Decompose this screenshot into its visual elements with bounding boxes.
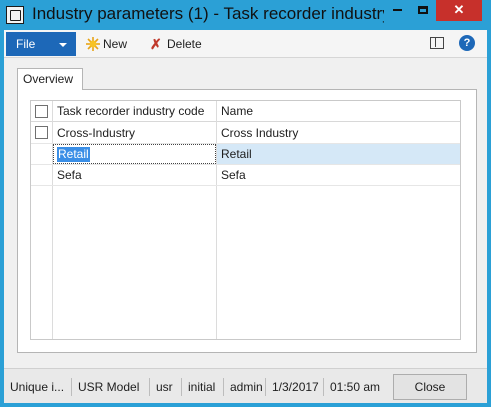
layout-icon[interactable]	[430, 37, 444, 49]
help-icon[interactable]: ?	[459, 35, 475, 51]
column-header-name[interactable]: Name	[217, 101, 253, 122]
table-row[interactable]: Sefa Sefa	[31, 165, 460, 186]
client-area: File New ✗ Delete ? Overview Task record…	[4, 30, 487, 403]
cell-code[interactable]: Cross-Industry	[53, 123, 135, 143]
maximize-button[interactable]	[410, 0, 436, 21]
status-company: usr	[152, 378, 182, 396]
dialog-window: Industry parameters (1) - Task recorder …	[0, 0, 491, 407]
close-icon: ✕	[453, 2, 465, 17]
status-unique: Unique i...	[6, 378, 72, 396]
status-layer: initial	[184, 378, 224, 396]
status-time: 01:50 am	[330, 380, 381, 394]
select-all-cell	[31, 101, 53, 121]
cell-name[interactable]: Sefa	[217, 165, 246, 185]
status-model: USR Model	[74, 378, 150, 396]
delete-button[interactable]: ✗ Delete	[150, 35, 202, 53]
selected-row-highlight	[217, 144, 460, 164]
new-button[interactable]: New	[86, 35, 127, 53]
tab-overview[interactable]: Overview	[17, 68, 83, 90]
status-user: admin	[226, 378, 266, 396]
cell-name[interactable]: Retail	[217, 144, 252, 164]
cell-code[interactable]: Sefa	[53, 165, 82, 185]
window-title: Industry parameters (1) - Task recorder …	[32, 4, 384, 23]
minimize-button[interactable]	[384, 0, 410, 21]
new-label: New	[103, 37, 128, 51]
minimize-icon	[392, 8, 402, 11]
grid-header: Task recorder industry code Name	[31, 101, 460, 122]
code-edit-input[interactable]: Retail	[53, 144, 216, 164]
table-row[interactable]: Cross-Industry Cross Industry	[31, 123, 460, 144]
row-checkbox[interactable]	[35, 126, 48, 139]
data-grid: Task recorder industry code Name Cross-I…	[30, 100, 461, 340]
title-bar[interactable]: Industry parameters (1) - Task recorder …	[0, 0, 491, 30]
overview-panel: Task recorder industry code Name Cross-I…	[17, 89, 477, 353]
app-icon	[6, 6, 24, 24]
close-button[interactable]: Close	[393, 374, 467, 400]
close-window-button[interactable]: ✕	[436, 0, 482, 21]
new-star-icon	[86, 36, 100, 51]
file-menu-button[interactable]: File	[6, 32, 76, 56]
action-pane: File New ✗ Delete ?	[4, 30, 487, 58]
delete-label: Delete	[167, 37, 202, 51]
chevron-down-icon	[59, 43, 67, 47]
status-date: 1/3/2017	[268, 378, 324, 396]
cell-name[interactable]: Cross Industry	[217, 123, 298, 143]
table-row-selected[interactable]: Retail Retail	[31, 144, 460, 165]
column-header-code[interactable]: Task recorder industry code	[53, 101, 204, 122]
select-all-checkbox[interactable]	[35, 105, 48, 118]
status-bar: Unique i... USR Model usr initial admin …	[4, 368, 487, 403]
file-label: File	[16, 37, 36, 51]
selected-text: Retail	[57, 147, 90, 162]
maximize-icon	[418, 5, 428, 14]
delete-x-icon: ✗	[150, 35, 162, 52]
